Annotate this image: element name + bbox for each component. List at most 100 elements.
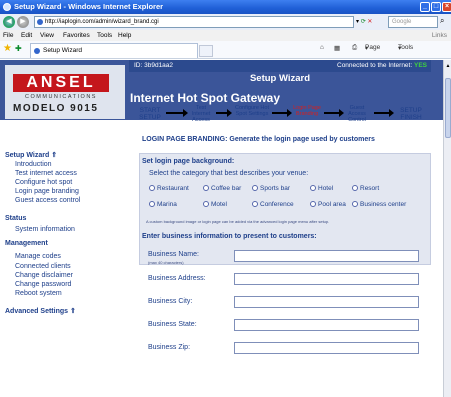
links-toolbar[interactable]: Links [432, 30, 447, 41]
radio-label: Coffee bar [211, 185, 242, 192]
radio-button[interactable] [252, 185, 258, 191]
scroll-up-icon[interactable]: ▲ [445, 62, 451, 70]
radio-button[interactable] [310, 185, 316, 191]
window-title: Setup Wizard - Windows Internet Explorer [14, 2, 164, 11]
business-state-field[interactable] [234, 319, 419, 331]
refresh-icon[interactable]: ⟳ [361, 19, 366, 25]
menu-tools[interactable]: Tools [97, 30, 112, 41]
sidebar: Setup Wizard ⇑ Introduction Test interne… [0, 120, 129, 397]
radio-button[interactable] [252, 201, 258, 207]
stop-icon[interactable]: ✕ [367, 19, 372, 25]
tools-menu[interactable]: Tools ▾ [398, 44, 413, 52]
radio-restaurant[interactable]: Restaurant [149, 185, 189, 192]
ansel-logo: ANSEL [13, 74, 109, 92]
ie-icon [3, 3, 11, 11]
tab-page-icon [34, 48, 40, 54]
radio-button[interactable] [203, 185, 209, 191]
radio-button[interactable] [310, 201, 316, 207]
page-icon [37, 19, 43, 25]
radio-label: Conference [260, 201, 294, 208]
connection-value: YES [413, 62, 427, 69]
step-arrow [324, 109, 344, 117]
radio-button[interactable] [203, 201, 209, 207]
address-buttons: ▾ ⟳ ✕ [356, 17, 382, 27]
radio-business-center[interactable]: Business center [352, 201, 406, 208]
radio-coffee-bar[interactable]: Coffee bar [203, 185, 241, 192]
sidebar-status[interactable]: Status [5, 215, 26, 222]
radio-label: Business center [360, 201, 407, 208]
radio-conference[interactable]: Conference [252, 201, 294, 208]
page-menu[interactable]: Page ▾ [365, 44, 380, 52]
business-address-field[interactable] [234, 273, 419, 285]
close-button[interactable]: × [442, 2, 451, 12]
new-tab-button[interactable] [199, 45, 213, 57]
radio-label: Restaurant [157, 185, 189, 192]
menu-edit[interactable]: Edit [21, 30, 32, 41]
add-favorite-icon[interactable]: ✚ [15, 44, 22, 53]
search-input[interactable]: Google [388, 16, 438, 28]
sidebar-item-manage-codes[interactable]: Manage codes [15, 253, 61, 260]
radio-button[interactable] [149, 185, 155, 191]
sidebar-item-guest-access[interactable]: Guest access control [15, 197, 80, 204]
step-test-internet: Test Internet Access [191, 105, 211, 123]
menu-view[interactable]: View [40, 30, 54, 41]
radio-marina[interactable]: Marina [149, 201, 177, 208]
radio-hotel[interactable]: Hotel [310, 185, 333, 192]
tab-setup-wizard[interactable]: Setup Wizard [30, 43, 198, 58]
forward-icon[interactable]: ▶ [17, 16, 29, 28]
dropdown-icon[interactable]: ▾ [356, 19, 359, 25]
radio-label: Pool area [318, 201, 346, 208]
search-icon[interactable]: ⌕ [440, 16, 444, 26]
sidebar-item-introduction[interactable]: Introduction [15, 161, 52, 168]
scroll-thumb[interactable] [445, 78, 451, 138]
business-zip-field[interactable] [234, 342, 419, 354]
favorites-star-icon[interactable]: ★ [3, 43, 12, 54]
connection-status: Connected to the Internet: YES [337, 60, 427, 72]
connection-label: Connected to the Internet: [337, 62, 413, 69]
background-note: A custom background image or login page … [146, 219, 330, 224]
sidebar-item-change-disclaimer[interactable]: Change disclaimer [15, 272, 73, 279]
radio-resort[interactable]: Resort [352, 185, 379, 192]
address-bar[interactable]: http://iaplogin.com/admin/wizard_brand.c… [34, 16, 354, 28]
radio-button[interactable] [352, 201, 358, 207]
sidebar-item-login-branding[interactable]: Login page branding [15, 188, 79, 195]
browser-window: Setup Wizard - Windows Internet Explorer… [0, 0, 451, 397]
home-icon[interactable]: ⌂ [320, 44, 324, 51]
category-question: Select the category that best describes … [149, 170, 309, 177]
feeds-icon[interactable]: ▦ [334, 44, 340, 52]
sidebar-management[interactable]: Management [5, 240, 48, 247]
sidebar-item-configure-hot-spot[interactable]: Configure hot spot [15, 179, 72, 186]
sidebar-item-test-internet[interactable]: Test internet access [15, 170, 77, 177]
radio-motel[interactable]: Motel [203, 201, 227, 208]
radio-label: Resort [360, 185, 380, 192]
sidebar-item-reboot[interactable]: Reboot system [15, 290, 62, 297]
menu-file[interactable]: File [3, 30, 13, 41]
business-city-field[interactable] [234, 296, 419, 308]
wizard-title: Setup Wizard [129, 72, 431, 86]
minimize-button[interactable]: _ [420, 2, 430, 12]
label-business-name: Business Name: [148, 251, 199, 258]
radio-pool-area[interactable]: Pool area [310, 201, 346, 208]
business-info-heading: Enter business information to present to… [142, 233, 317, 240]
label-business-zip: Business Zip: [148, 344, 191, 351]
radio-button[interactable] [352, 185, 358, 191]
business-name-hint: (max 40 characters) [148, 260, 184, 265]
menu-help[interactable]: Help [118, 30, 131, 41]
step-start: START SETUP [139, 107, 161, 121]
back-icon[interactable]: ◀ [3, 16, 15, 28]
vertical-scrollbar[interactable]: ▲ [443, 60, 451, 397]
radio-button[interactable] [149, 201, 155, 207]
business-name-field[interactable] [234, 250, 419, 262]
background-heading: Set login page background: [142, 158, 235, 165]
model-label: MODELO 9015 [13, 103, 99, 114]
maximize-button[interactable]: □ [431, 2, 441, 12]
tab-bar: ★ ✚ Setup Wizard ⌂ ▦ ⎙ Page ▾ Tools ▾ [0, 41, 451, 59]
sidebar-setup-wizard[interactable]: Setup Wizard ⇑ [5, 151, 57, 159]
sidebar-item-change-password[interactable]: Change password [15, 281, 71, 288]
print-icon[interactable]: ⎙ [352, 44, 357, 52]
sidebar-item-system-info[interactable]: System information [15, 226, 75, 233]
menu-favorites[interactable]: Favorites [63, 30, 90, 41]
sidebar-advanced-settings[interactable]: Advanced Settings ⇑ [5, 307, 76, 315]
sidebar-item-connected-clients[interactable]: Connected clients [15, 263, 71, 270]
radio-sports-bar[interactable]: Sports bar [252, 185, 290, 192]
